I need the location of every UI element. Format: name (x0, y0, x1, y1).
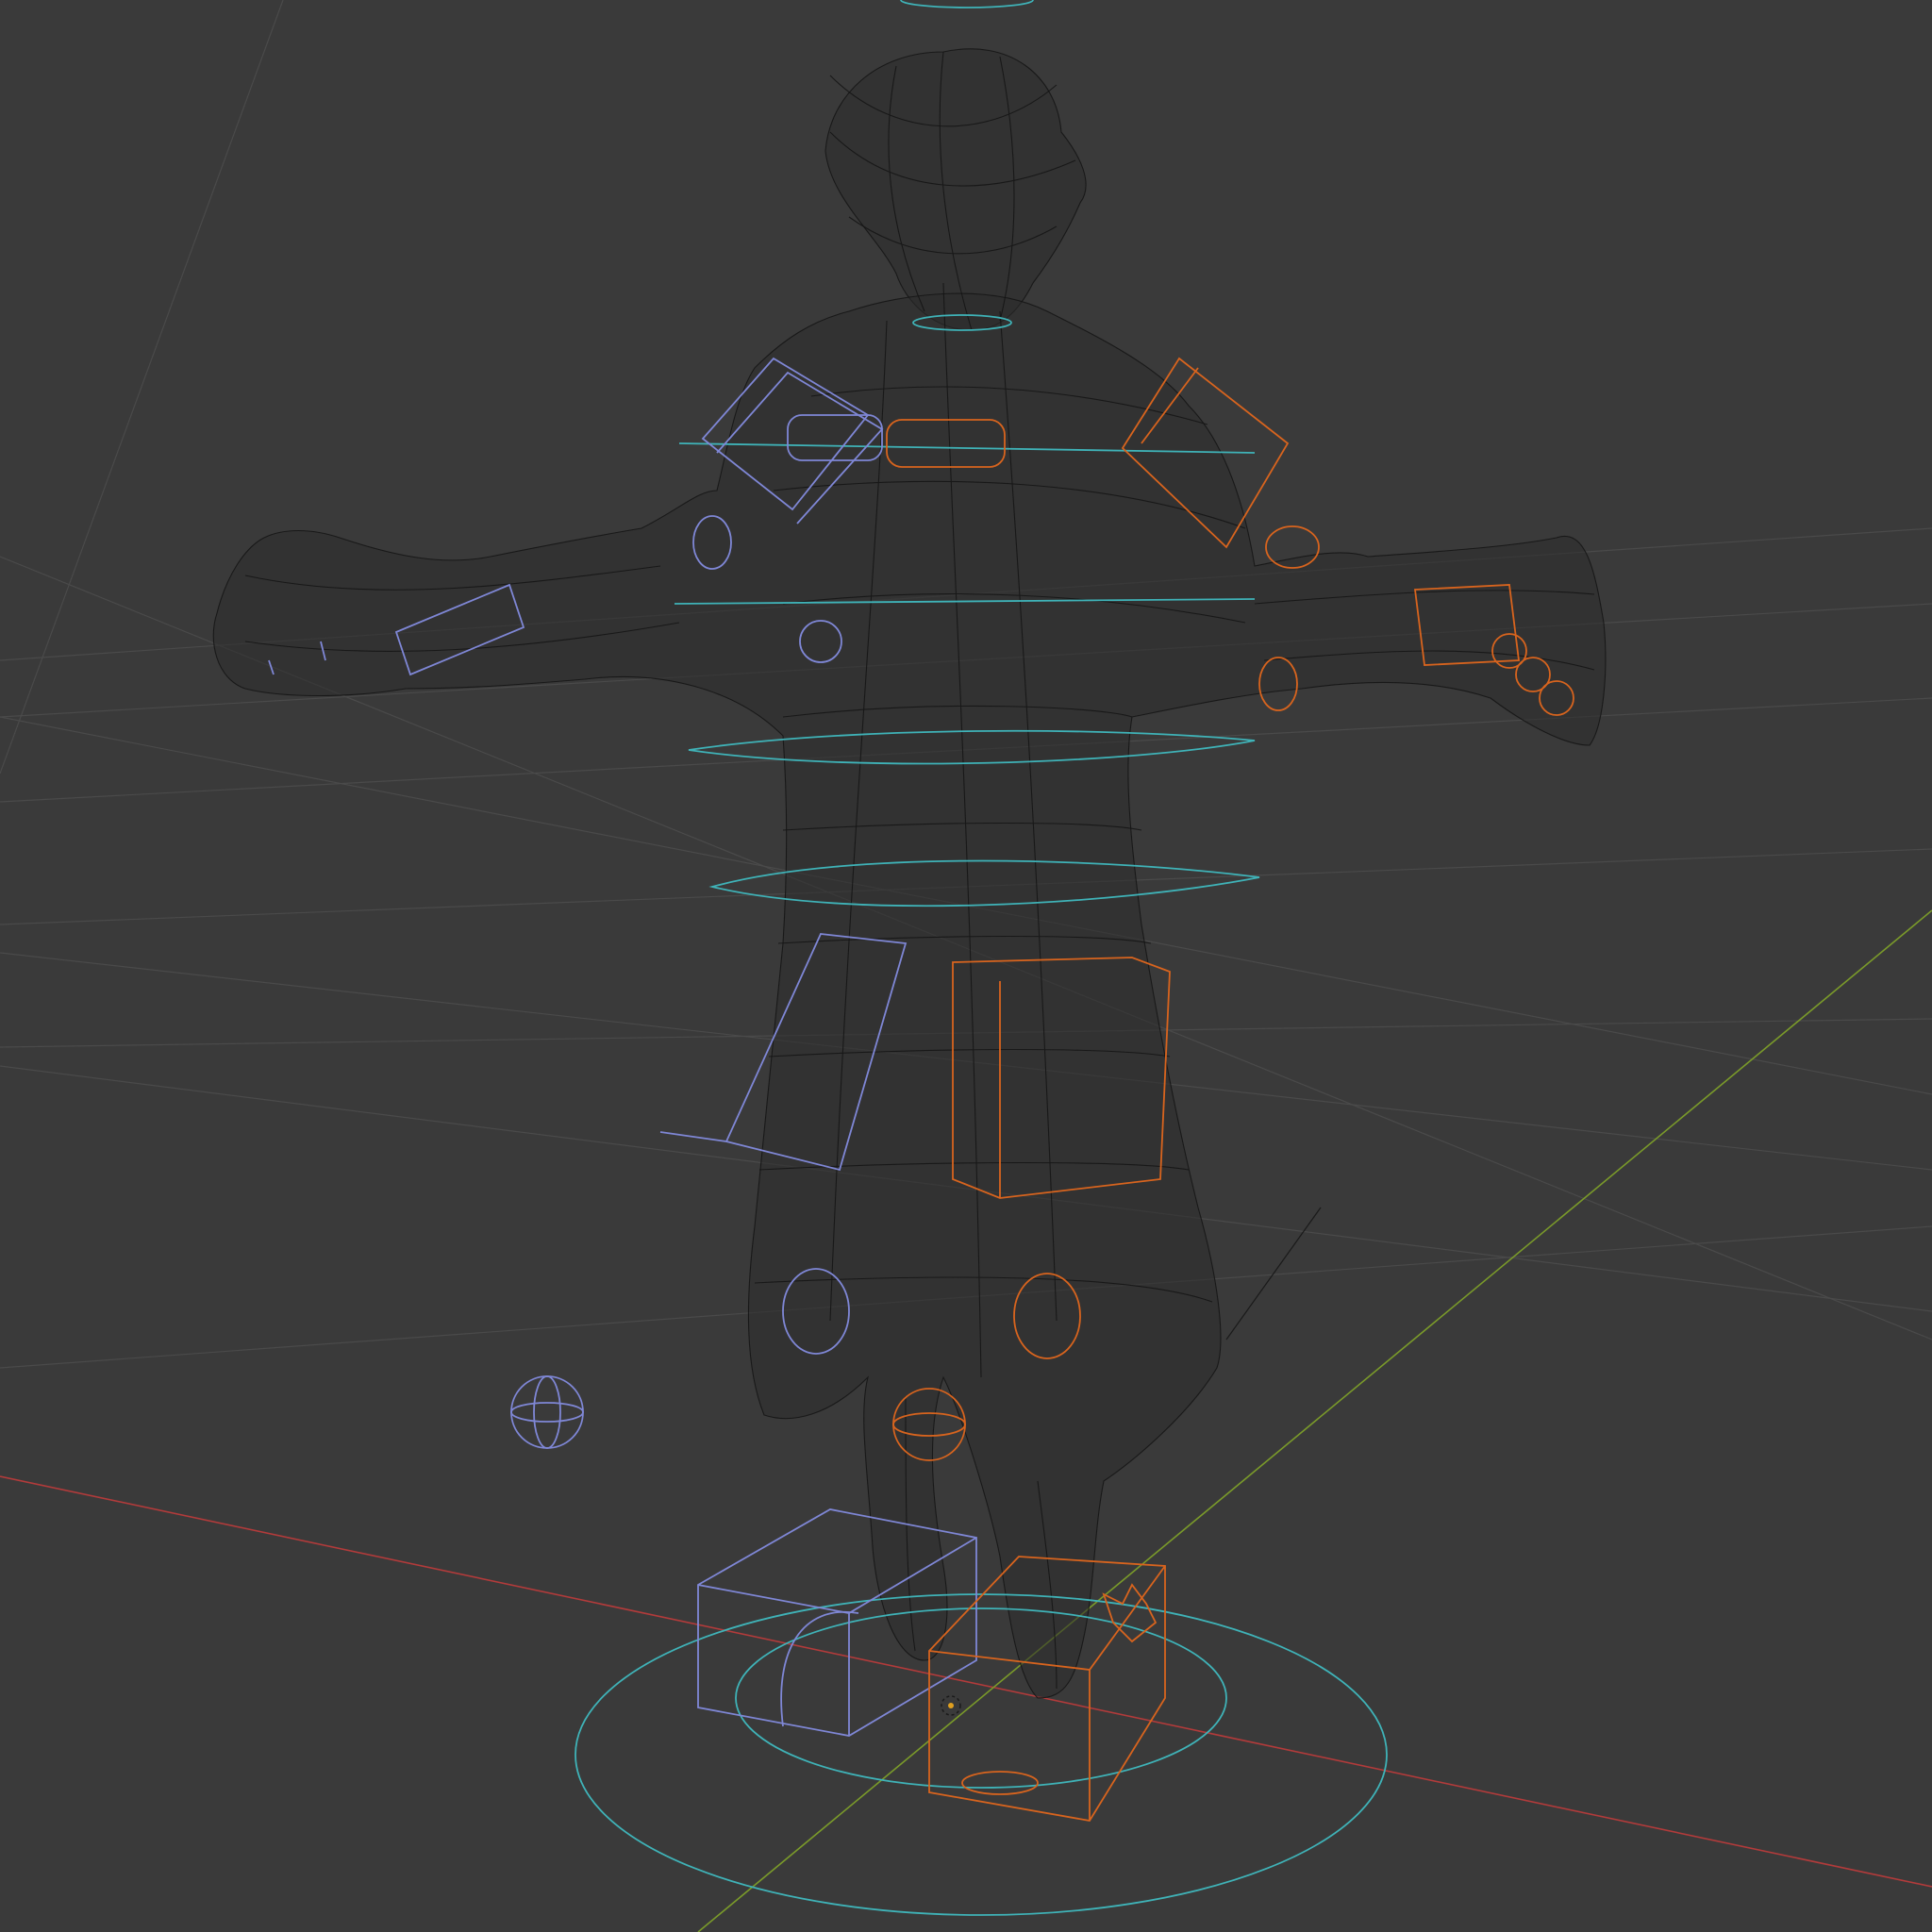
viewport-canvas[interactable] (0, 0, 1932, 1932)
character-mesh[interactable] (212, 48, 1607, 1699)
head-ring-control[interactable] (900, 0, 1034, 8)
x-axis-line (0, 1475, 1932, 1888)
3d-cursor[interactable] (941, 1695, 961, 1716)
right-heel-control[interactable] (961, 1771, 1039, 1795)
root-circle-control[interactable] (575, 1593, 1388, 1916)
left-heel-control[interactable] (780, 1610, 859, 1727)
3d-viewport[interactable] (0, 0, 1932, 1932)
left-leg-pole-target[interactable] (510, 1375, 584, 1449)
